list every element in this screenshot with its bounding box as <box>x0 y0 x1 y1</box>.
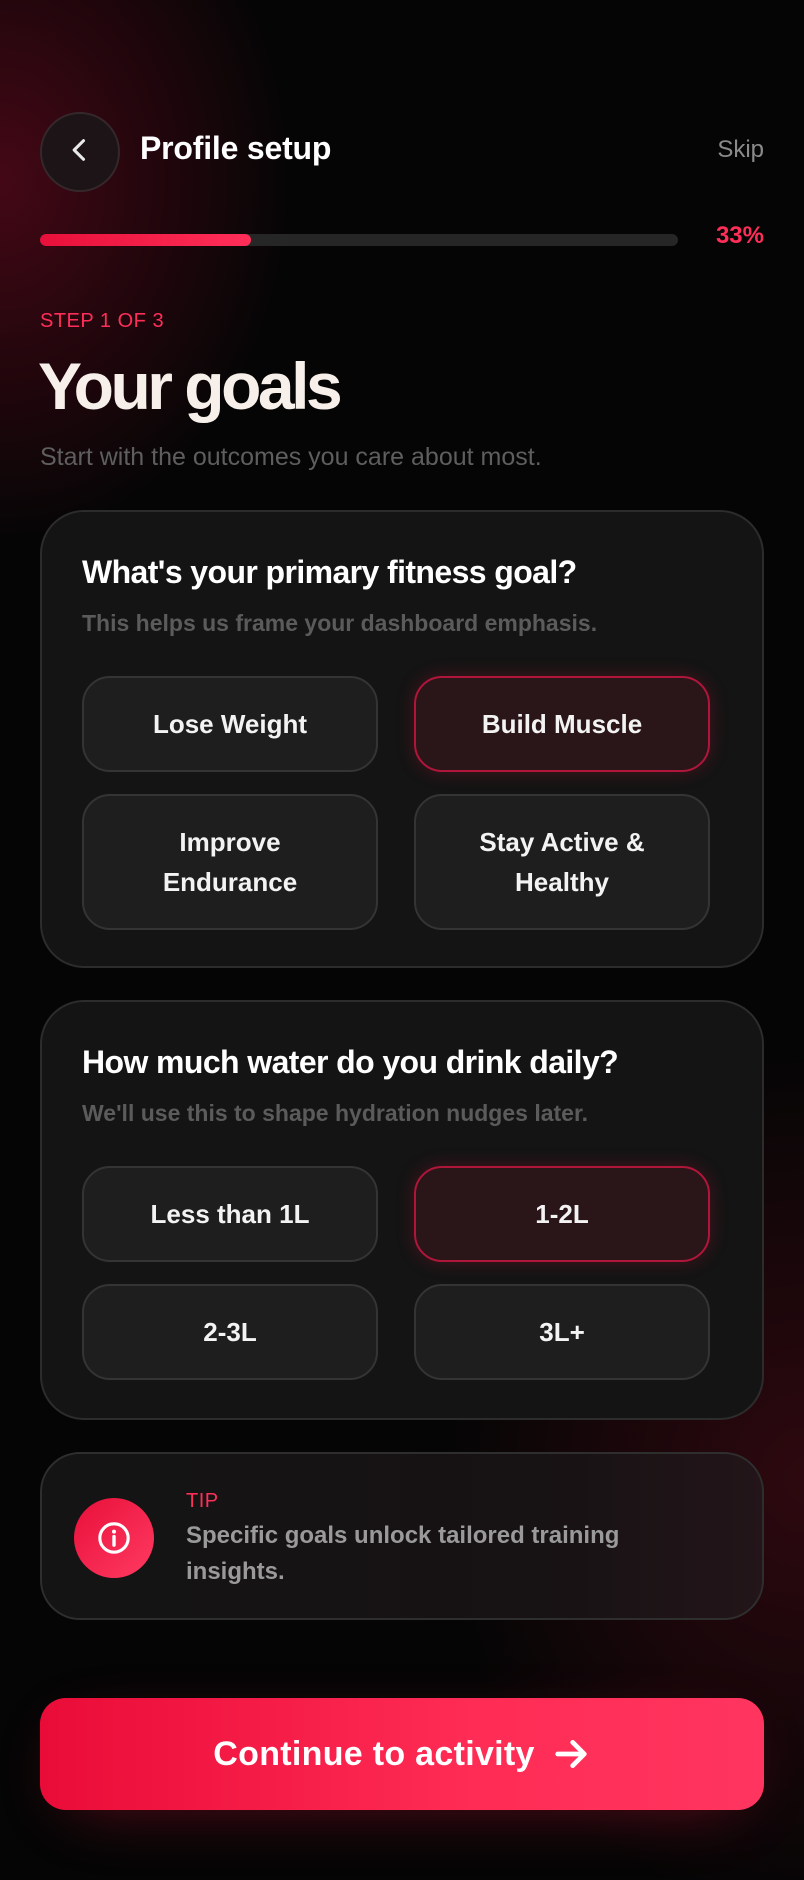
continue-button[interactable]: Continue to activity <box>40 1698 764 1810</box>
fitness-goal-hint: This helps us frame your dashboard empha… <box>82 610 598 636</box>
page-title: Your goals <box>38 349 343 423</box>
goal-option-improve-endurance[interactable]: Improve Endurance <box>82 794 378 930</box>
continue-button-label: Continue to activity <box>213 1734 535 1773</box>
progress-bar-fill <box>40 234 251 246</box>
goal-option-build-muscle[interactable]: Build Muscle <box>414 676 710 772</box>
skip-link[interactable]: Skip <box>717 136 764 164</box>
tip-label: TIP <box>186 1490 219 1512</box>
info-icon <box>74 1498 154 1578</box>
page-header-title: Profile setup <box>140 130 332 166</box>
goal-option-lose-weight[interactable]: Lose Weight <box>82 676 378 772</box>
page-subtitle: Start with the outcomes you care about m… <box>40 443 542 471</box>
water-option-2-3l[interactable]: 2-3L <box>82 1284 378 1380</box>
progress-percent-label: 33% <box>715 222 764 249</box>
water-option-3l-plus[interactable]: 3L+ <box>414 1284 710 1380</box>
profile-setup-screen: Profile setup Skip 33% STEP 1 OF 3 Your … <box>0 0 804 1880</box>
progress-bar <box>40 234 678 246</box>
tip-text: Specific goals unlock tailored training … <box>186 1522 620 1585</box>
water-option-less-than-1l[interactable]: Less than 1L <box>82 1166 378 1262</box>
water-intake-hint: We'll use this to shape hydration nudges… <box>82 1100 589 1126</box>
tip-card: TIP Specific goals unlock tailored train… <box>40 1452 764 1620</box>
water-option-1-2l[interactable]: 1-2L <box>414 1166 710 1262</box>
arrow-right-icon <box>551 1734 591 1774</box>
goal-option-stay-active[interactable]: Stay Active & Healthy <box>414 794 710 930</box>
fitness-goal-card: What's your primary fitness goal? This h… <box>40 510 764 968</box>
back-button[interactable] <box>40 112 120 192</box>
chevron-left-icon <box>66 136 94 169</box>
fitness-goal-question: What's your primary fitness goal? <box>82 554 577 590</box>
water-intake-question: How much water do you drink daily? <box>82 1044 619 1080</box>
water-intake-card: How much water do you drink daily? We'll… <box>40 1000 764 1420</box>
step-indicator: STEP 1 OF 3 <box>40 310 165 332</box>
